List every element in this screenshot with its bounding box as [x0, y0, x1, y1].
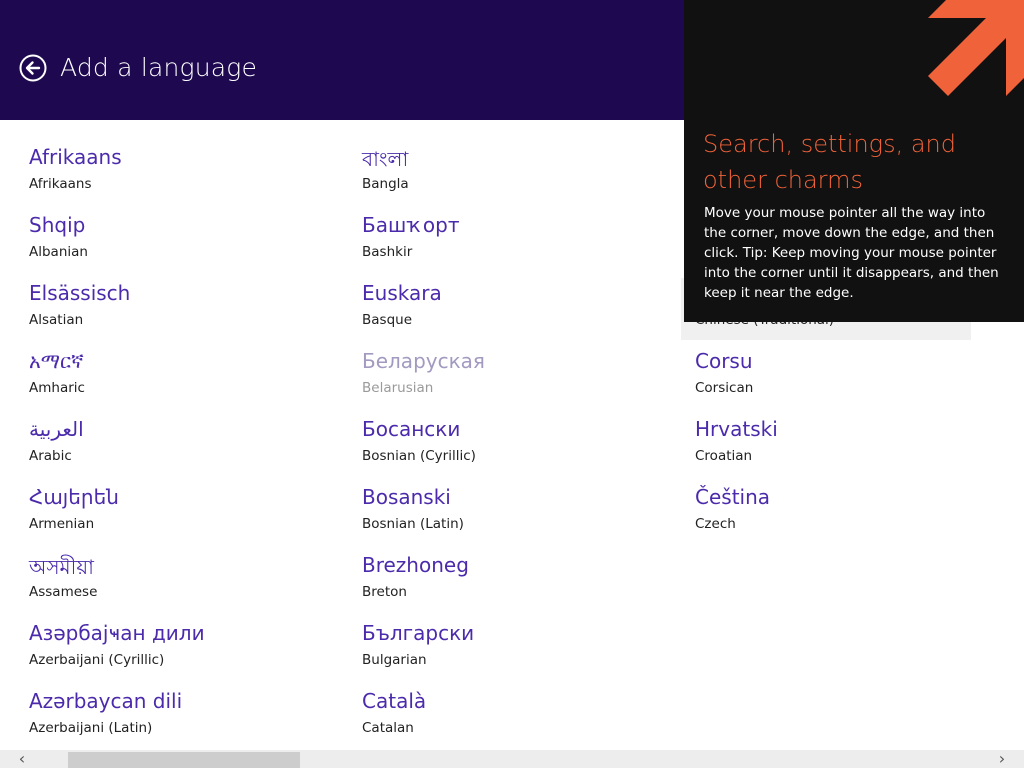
language-native-name: Brezhoneg	[362, 553, 469, 577]
charms-tip-text: Move your mouse pointer all the way into…	[704, 205, 999, 301]
language-tile[interactable]: বাংলা Bangla	[348, 142, 638, 204]
language-tile[interactable]: Հայերեն Armenian	[15, 482, 305, 544]
language-native-name: Беларуская	[362, 349, 485, 373]
language-native-name: العربية	[29, 417, 84, 441]
scroll-right-button[interactable]: ›	[992, 750, 1012, 768]
language-english-name: Czech	[695, 516, 736, 532]
language-tile[interactable]: Bosanski Bosnian (Latin)	[348, 482, 638, 544]
charms-tip-body: Move your mouse pointer all the way into…	[704, 203, 1009, 303]
language-english-name: Bosnian (Cyrillic)	[362, 448, 476, 464]
language-english-name: Assamese	[29, 584, 98, 600]
language-tile[interactable]: Башҡорт Bashkir	[348, 210, 638, 272]
language-native-name: አማርኛ	[29, 349, 84, 373]
language-tile[interactable]: Hrvatski Croatian	[681, 414, 971, 476]
add-language-page: Add a language Afrikaans Afrikaans Shqip Al…	[0, 0, 1024, 768]
language-english-name: Basque	[362, 312, 412, 328]
language-tile[interactable]: Босански Bosnian (Cyrillic)	[348, 414, 638, 476]
language-english-name: Azerbaijani (Cyrillic)	[29, 652, 165, 668]
back-button[interactable]	[19, 54, 47, 82]
language-tile[interactable]: Català Catalan	[348, 686, 638, 748]
language-tile[interactable]: Азәрбајҹан дили Azerbaijani (Cyrillic)	[15, 618, 305, 680]
language-native-name: Hrvatski	[695, 417, 778, 441]
language-tile[interactable]: Shqip Albanian	[15, 210, 305, 272]
language-english-name: Croatian	[695, 448, 753, 464]
language-english-name: Belarusian	[362, 380, 434, 396]
language-tile[interactable]: Brezhoneg Breton	[348, 550, 638, 612]
page-header: Add a language	[0, 0, 684, 120]
language-native-name: অসমীয়া	[29, 555, 94, 579]
language-native-name: Български	[362, 621, 475, 645]
language-native-name: Հայերեն	[29, 485, 119, 509]
language-native-name: Башҡорт	[362, 213, 460, 237]
charms-tip-panel: Search, settings, and other charms Move …	[684, 0, 1024, 322]
language-native-name: Corsu	[695, 349, 753, 373]
language-english-name: Bosnian (Latin)	[362, 516, 464, 532]
horizontal-scrollbar[interactable]: ‹ ›	[0, 750, 1024, 768]
language-tile[interactable]: አማርኛ Amharic	[15, 346, 305, 408]
scrollbar-thumb[interactable]	[68, 752, 300, 768]
language-native-name: Shqip	[29, 213, 86, 237]
language-english-name: Corsican	[695, 380, 754, 396]
language-native-name: বাংলা	[362, 147, 409, 171]
corner-arrow-icon	[928, 0, 1024, 96]
charms-tip-heading: Search, settings, and other charms	[703, 130, 956, 194]
language-native-name: Euskara	[362, 281, 442, 305]
language-tile[interactable]: Afrikaans Afrikaans	[15, 142, 305, 204]
language-english-name: Breton	[362, 584, 407, 600]
language-english-name: Bulgarian	[362, 652, 427, 668]
language-tile[interactable]: العربية Arabic	[15, 414, 305, 476]
language-english-name: Arabic	[29, 448, 72, 464]
language-english-name: Amharic	[29, 380, 85, 396]
page-title: Add a language	[60, 53, 258, 82]
language-native-name: Босански	[362, 417, 461, 441]
language-english-name: Afrikaans	[29, 176, 92, 192]
language-tile[interactable]: Български Bulgarian	[348, 618, 638, 680]
language-tile[interactable]: Euskara Basque	[348, 278, 638, 340]
language-tile[interactable]: অসমীয়া Assamese	[15, 550, 305, 612]
back-arrow-icon	[19, 54, 47, 82]
language-native-name: Afrikaans	[29, 145, 122, 169]
language-native-name: Bosanski	[362, 485, 451, 509]
language-english-name: Albanian	[29, 244, 88, 260]
language-native-name: Elsässisch	[29, 281, 131, 305]
scroll-left-button[interactable]: ‹	[12, 750, 32, 768]
language-native-name: Azərbaycan dili	[29, 689, 183, 713]
language-tile[interactable]: Azərbaycan dili Azerbaijani (Latin)	[15, 686, 305, 748]
language-english-name: Bangla	[362, 176, 409, 192]
language-native-name: Азәрбајҹан дили	[29, 621, 205, 645]
language-tile: Беларуская Belarusian	[348, 346, 638, 408]
language-native-name: Català	[362, 689, 427, 713]
language-english-name: Alsatian	[29, 312, 84, 328]
language-english-name: Bashkir	[362, 244, 413, 260]
language-english-name: Armenian	[29, 516, 95, 532]
language-english-name: Catalan	[362, 720, 414, 736]
language-english-name: Azerbaijani (Latin)	[29, 720, 153, 736]
language-tile[interactable]: Elsässisch Alsatian	[15, 278, 305, 340]
language-native-name: Čeština	[695, 485, 771, 509]
language-tile[interactable]: Corsu Corsican	[681, 346, 971, 408]
language-tile[interactable]: Čeština Czech	[681, 482, 971, 544]
